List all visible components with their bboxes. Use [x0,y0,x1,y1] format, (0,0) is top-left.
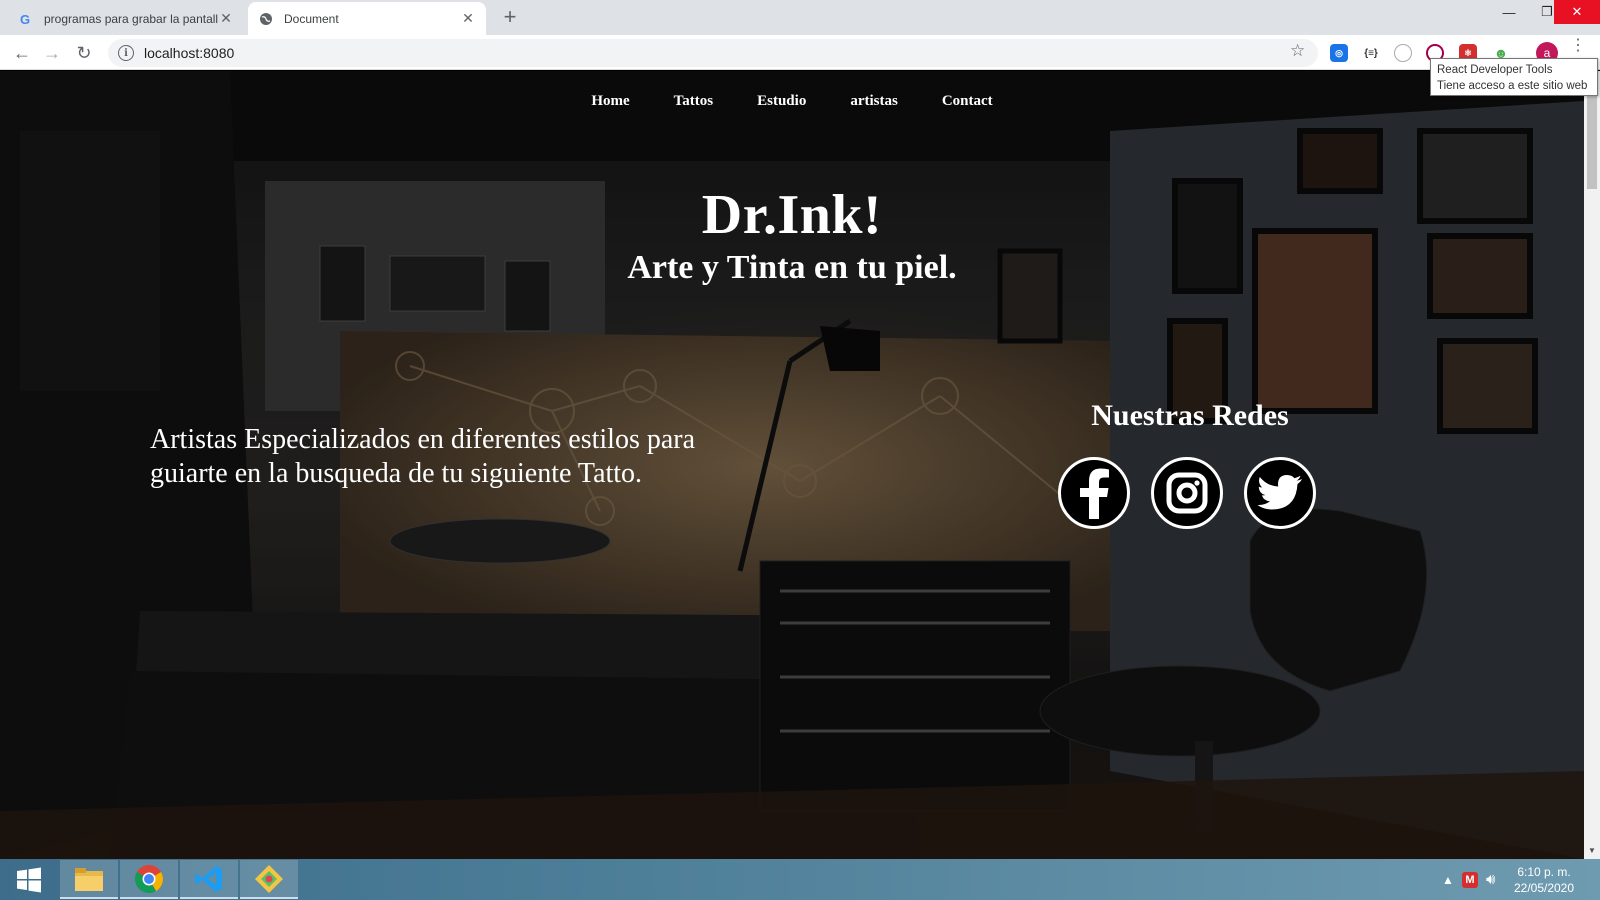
nav-home[interactable]: Home [569,93,651,110]
windows-logo-icon [17,867,41,892]
tray-show-hidden-icon[interactable]: ▲ [1442,859,1454,900]
json-extension-icon[interactable]: {≡} [1362,44,1380,62]
extension-tooltip: React Developer Tools Tiene acceso a est… [1430,58,1598,96]
taskbar-vscode[interactable] [180,860,238,899]
back-button[interactable]: ← [10,41,34,65]
instagram-link[interactable] [1151,457,1223,529]
tooltip-text: Tiene acceso a este sitio web [1437,80,1588,92]
twitter-link[interactable] [1244,457,1316,529]
tab-title: programas para grabar la pantall [44,11,218,26]
taskbar-file-explorer[interactable] [60,860,118,899]
extension-icon[interactable]: ◎ [1330,44,1348,62]
taskbar-gitkraken[interactable] [240,860,298,899]
main-nav: Home Tattos Estudio artistas Contact [0,93,1584,110]
new-tab-button[interactable]: + [498,6,522,30]
volume-icon[interactable]: 🔊︎ [1486,859,1495,900]
bookmark-star-icon[interactable]: ☆ [1290,41,1305,61]
tab-strip: G programas para grabar la pantall ✕ Doc… [0,0,1600,35]
tab-google-search[interactable]: G programas para grabar la pantall ✕ [8,2,244,35]
social-links [1058,457,1316,529]
clock-time: 6:10 p. m. [1517,865,1571,879]
page-scrollbar[interactable]: ▲ ▼ [1584,71,1600,859]
svg-text:G: G [20,12,30,26]
start-button[interactable] [0,860,58,899]
facebook-link[interactable] [1058,457,1130,529]
twitter-icon [1257,475,1302,510]
site-title: Dr.Ink! [701,184,883,246]
windows-taskbar: ▲ M 🔊︎ 6:10 p. m. 22/05/2020 [0,859,1600,900]
folder-icon [75,867,103,891]
globe-icon [258,11,274,27]
social-heading: Nuestras Redes [1091,399,1289,432]
intro-text: Artistas Especializados en diferentes es… [150,424,696,489]
menu-kebab-icon[interactable]: ⋮ [1570,38,1586,54]
tooltip-title: React Developer Tools [1437,64,1553,76]
scrollbar-thumb[interactable] [1587,89,1597,189]
chrome-icon [135,864,163,893]
timer-extension-icon[interactable] [1394,44,1412,62]
instagram-icon [1166,472,1208,514]
forward-button[interactable]: → [40,41,64,65]
reload-button[interactable]: ↻ [72,41,96,65]
close-tab-icon[interactable]: ✕ [218,10,234,27]
taskbar-chrome[interactable] [120,860,178,899]
nav-contact[interactable]: Contact [920,93,1015,110]
vscode-icon [195,865,222,892]
close-tab-icon[interactable]: ✕ [460,10,476,27]
scroll-down-arrow-icon[interactable]: ▼ [1584,843,1600,859]
facebook-icon [1080,468,1109,519]
address-bar[interactable]: i localhost:8080 [108,39,1318,67]
google-icon: G [18,11,34,27]
tray-antivirus-icon[interactable]: M [1462,859,1478,900]
nav-tattos[interactable]: Tattos [652,93,735,110]
nav-artistas[interactable]: artistas [828,93,920,110]
page-viewport: Home Tattos Estudio artistas Contact Dr.… [0,71,1584,859]
tab-title: Document [284,11,339,26]
git-icon [255,864,283,893]
browser-toolbar: ← → ↻ i localhost:8080 ☆ ◎ {≡} ⚛ ☻ a ⋮ [0,35,1600,70]
address-text: localhost:8080 [144,45,235,61]
nav-estudio[interactable]: Estudio [735,93,828,110]
site-subtitle: Arte y Tinta en tu piel. [627,249,957,286]
close-window-button[interactable]: ✕ [1554,0,1600,24]
clock-date: 22/05/2020 [1513,881,1575,895]
taskbar-clock[interactable]: 6:10 p. m. 22/05/2020 [1504,864,1584,896]
site-info-icon[interactable]: i [118,45,134,61]
tab-document[interactable]: Document ✕ [248,2,486,35]
